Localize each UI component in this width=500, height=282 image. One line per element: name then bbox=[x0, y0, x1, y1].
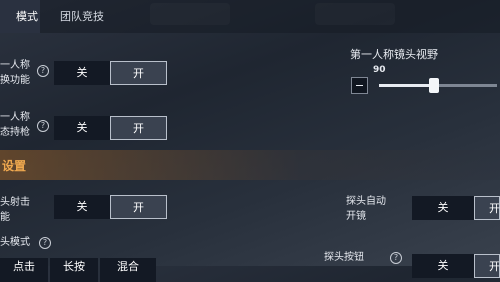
fov-title: 第一人称镜头视野 bbox=[350, 48, 438, 61]
help-icon[interactable]: ? bbox=[37, 120, 49, 132]
fov-value: 90 bbox=[373, 65, 386, 75]
peek-mode-label: 头模式 bbox=[0, 237, 30, 248]
peek-fire-off-button[interactable]: 关 bbox=[54, 195, 110, 219]
fp-hold-label: 一人称 态持枪 bbox=[0, 112, 30, 138]
peek-button-on-button[interactable]: 开 bbox=[474, 254, 500, 278]
peek-mode-option-hold[interactable]: 长按 bbox=[50, 258, 98, 282]
fp-toggle-label: 一人称 换功能 bbox=[0, 60, 30, 86]
help-icon[interactable]: ? bbox=[37, 65, 49, 77]
section-header bbox=[0, 150, 500, 180]
fov-slider-fill bbox=[379, 84, 435, 87]
tab-mode[interactable]: 模式 bbox=[0, 0, 40, 33]
peek-auto-label: 探头自动 开镜 bbox=[346, 196, 386, 222]
peek-fire-label: 头射击 能 bbox=[0, 197, 30, 223]
peek-button-label: 探头按钮 bbox=[324, 252, 364, 263]
fov-decrease-button[interactable] bbox=[351, 77, 368, 94]
peek-auto-on-button[interactable]: 开 bbox=[474, 196, 500, 220]
peek-fire-on-button[interactable]: 开 bbox=[110, 195, 167, 219]
peek-button-off-button[interactable]: 关 bbox=[412, 254, 474, 278]
peek-mode-option-mixed[interactable]: 混合 bbox=[100, 258, 156, 282]
peek-auto-off-button[interactable]: 关 bbox=[412, 196, 474, 220]
fov-slider-thumb[interactable] bbox=[429, 78, 440, 93]
fp-toggle-on-button[interactable]: 开 bbox=[110, 61, 167, 85]
section-title: 设置 bbox=[2, 159, 27, 173]
fp-toggle-off-button[interactable]: 关 bbox=[54, 61, 110, 85]
help-icon[interactable]: ? bbox=[390, 252, 402, 264]
fp-hold-off-button[interactable]: 关 bbox=[54, 116, 110, 140]
help-icon[interactable]: ? bbox=[39, 237, 51, 249]
fp-hold-on-button[interactable]: 开 bbox=[110, 116, 167, 140]
peek-mode-option-tap[interactable]: 点击 bbox=[0, 258, 48, 282]
tab-team-deathmatch[interactable]: 团队竞技 bbox=[60, 0, 104, 33]
